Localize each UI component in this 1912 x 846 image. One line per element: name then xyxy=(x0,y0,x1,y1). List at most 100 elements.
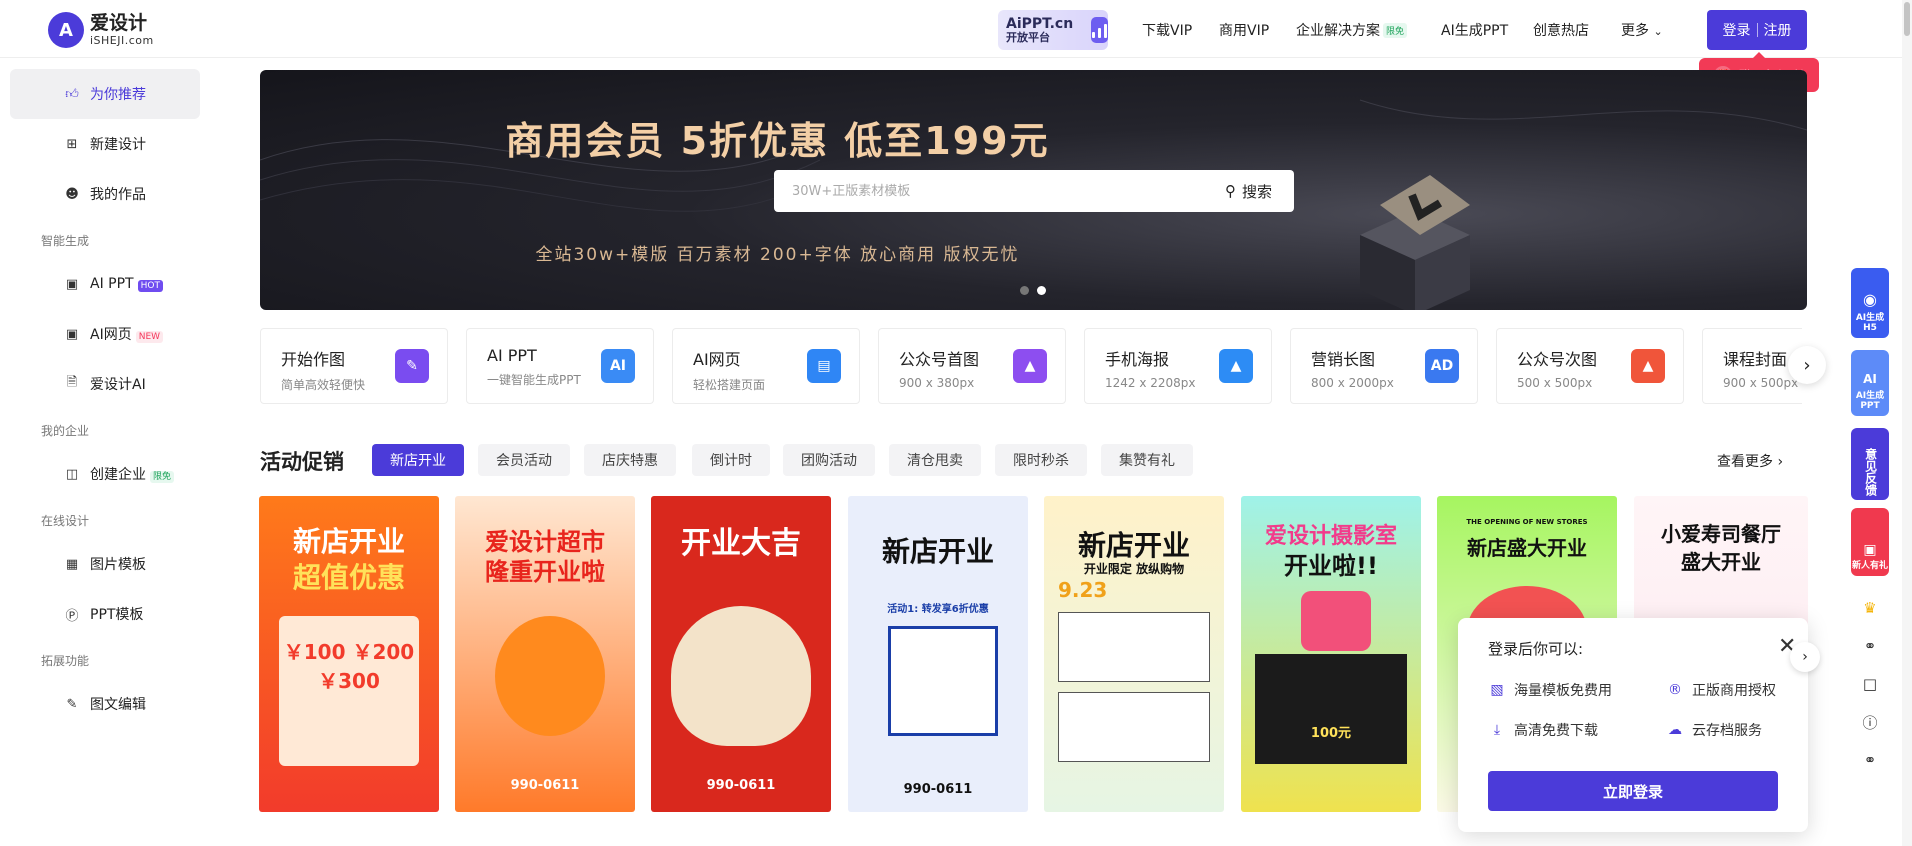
float-newcomer-gift[interactable]: ▣ 新人有礼 xyxy=(1851,508,1889,576)
promo-banner[interactable]: 商用会员 5折优惠 低至199元 ⚲ 搜索 全站30w+模版 百万素材 200+… xyxy=(260,70,1807,310)
nav-more[interactable]: 更多 ⌄ xyxy=(1621,20,1663,40)
login-now-button[interactable]: 立即登录 xyxy=(1488,771,1778,811)
chip-new-store-opening[interactable]: 新店开业 xyxy=(372,444,464,476)
aippt-open-platform-link[interactable]: AiPPT.cn 开放平台 xyxy=(998,10,1108,50)
image-doc-icon: ▲ xyxy=(1013,349,1047,383)
banner-subtitle: 全站30w+模版 百万素材 200+字体 放心商用 版权无忧 xyxy=(535,245,1020,265)
posters-next-arrow-icon[interactable]: › xyxy=(1790,642,1820,672)
chevron-right-icon: › xyxy=(1777,454,1784,470)
chip-countdown[interactable]: 倒计时 xyxy=(692,444,770,476)
tool-card-wechat-secondary[interactable]: 公众号次图 500 x 500px ▲ xyxy=(1496,328,1684,404)
template-card[interactable]: 新店开业 超值优惠 ￥100 ￥200 ￥300 xyxy=(259,496,439,812)
nav-download-vip[interactable]: 下载VIP xyxy=(1142,20,1192,40)
aippt-label: 开放平台 xyxy=(1006,30,1050,44)
scan-icon: ▣ xyxy=(65,326,79,342)
sidebar-item-new-design[interactable]: ⊞ 新建设计 xyxy=(10,119,200,169)
nav-enterprise-solutions[interactable]: 企业解决方案 限免 xyxy=(1296,20,1408,40)
limited-free-badge: 限免 xyxy=(1383,23,1408,38)
ad-icon: AD xyxy=(1425,349,1459,383)
sidebar-item-image-templates[interactable]: ▦ 图片模板 xyxy=(10,539,200,589)
chip-flash-sale[interactable]: 限时秒杀 xyxy=(995,444,1087,476)
section-extensions: 拓展功能 xyxy=(41,654,90,668)
login-register-button[interactable]: 登录 注册 xyxy=(1707,10,1807,50)
chat-bubble-icon: ◉ xyxy=(1863,289,1877,309)
logo-icon: A xyxy=(48,12,84,48)
limited-free-badge: 限免 xyxy=(150,471,175,483)
grid-icon: ▦ xyxy=(65,556,79,572)
chip-clearance[interactable]: 清仓甩卖 xyxy=(889,444,981,476)
template-card[interactable]: 新店开业 活动1: 转发享6折优惠 990-0611 xyxy=(848,496,1028,812)
sidebar-item-ai-ppt[interactable]: ▣ AI PPT HOT xyxy=(10,259,200,309)
gift-icon: ▣ xyxy=(1863,541,1877,558)
page-scrollbar[interactable] xyxy=(1902,0,1912,846)
tool-card-start-drawing[interactable]: 开始作图 简单高效轻便快 ✎ xyxy=(260,328,448,404)
see-more-link[interactable]: 查看更多 › xyxy=(1717,451,1783,471)
sidebar-item-recommend[interactable]: 👍︎ 为你推荐 xyxy=(10,69,200,119)
sidebar-item-isheji-ai[interactable]: 🗎︎ 爱设计AI xyxy=(10,359,200,409)
carousel-dot[interactable] xyxy=(1020,286,1029,295)
float-ai-ppt[interactable]: AI AI生成PPT xyxy=(1851,350,1889,416)
hot-badge: HOT xyxy=(137,280,163,292)
registered-icon: ® xyxy=(1668,682,1682,698)
tool-card-ai-webpage[interactable]: AI网页 轻松搭建页面 ▤ xyxy=(672,328,860,404)
logo-name: 爱设计 xyxy=(90,12,148,34)
float-ai-h5[interactable]: ◉ AI生成H5 xyxy=(1851,268,1889,338)
search-input[interactable] xyxy=(774,170,1225,212)
section-online-design: 在线设计 xyxy=(41,514,90,528)
ruler-pencil-icon: ✎ xyxy=(395,349,429,383)
banner-search-box: ⚲ 搜索 xyxy=(774,170,1294,212)
sidebar-item-ppt-templates[interactable]: Ⓟ PPT模板 xyxy=(10,589,200,639)
tool-card-marketing-long-image[interactable]: 营销长图 800 x 2000px AD xyxy=(1290,328,1478,404)
ppt-icon: Ⓟ xyxy=(65,608,79,624)
register-link[interactable]: 注册 xyxy=(1764,20,1792,40)
template-card[interactable]: 开业大吉 990-0611 xyxy=(651,496,831,812)
tool-card-course-cover[interactable]: 课程封面 900 x 500px xyxy=(1702,328,1802,404)
tool-card-ai-ppt[interactable]: AI PPT 一键智能生成PPT AI xyxy=(466,328,654,404)
search-icon: ⚲ xyxy=(1224,182,1236,200)
doc-ai-icon: 🗎︎ xyxy=(66,375,78,390)
nav-ai-ppt[interactable]: AI生成PPT xyxy=(1441,20,1508,40)
float-feedback[interactable]: 意见反馈 xyxy=(1851,428,1889,500)
new-badge: NEW xyxy=(135,331,164,343)
login-benefits-popup: 登录后你可以: ✕ ▧ 海量模板免费用 ® 正版商用授权 ⤓ 高清免费下载 ☁ … xyxy=(1458,618,1808,832)
feature-free-templates: ▧ 海量模板免费用 xyxy=(1488,680,1612,700)
tool-card-mobile-poster[interactable]: 手机海报 1242 x 2208px ▲ xyxy=(1084,328,1272,404)
headset-icon[interactable]: ⚭ xyxy=(1858,748,1882,772)
site-logo[interactable]: A 爱设计 iSHEJI.com xyxy=(48,12,154,48)
template-card[interactable]: 爱设计超市 隆重开业啦 990-0611 xyxy=(455,496,635,812)
message-icon[interactable]: □ xyxy=(1858,672,1882,696)
search-button[interactable]: ⚲ 搜索 xyxy=(1225,181,1294,202)
chip-anniversary-deal[interactable]: 店庆特惠 xyxy=(584,444,676,476)
thumbs-up-icon: 👍︎ xyxy=(65,86,79,102)
section-title: 活动促销 xyxy=(260,450,344,474)
chip-member-activity[interactable]: 会员活动 xyxy=(478,444,570,476)
link-icon[interactable]: ⚭ xyxy=(1858,634,1882,658)
template-card[interactable]: 爱设计摄影室 开业啦!! 100元 xyxy=(1241,496,1421,812)
download-icon: ⤓ xyxy=(1493,722,1501,738)
nav-creative-hot[interactable]: 创意热店 xyxy=(1533,20,1589,40)
carousel-dot-active[interactable] xyxy=(1037,286,1046,295)
left-sidebar: 👍︎ 为你推荐 ⊞ 新建设计 ☻ 我的作品 智能生成 ▣ AI PPT HOT ▣… xyxy=(0,58,210,846)
chip-group-buy[interactable]: 团购活动 xyxy=(783,444,875,476)
image-icon: ▲ xyxy=(1219,349,1253,383)
sidebar-item-my-works[interactable]: ☻ 我的作品 xyxy=(10,169,200,219)
top-header: A 爱设计 iSHEJI.com AiPPT.cn 开放平台 下载VIP 商用V… xyxy=(0,0,1912,58)
banner-title: 商用会员 5折优惠 低至199元 xyxy=(505,119,1050,163)
tool-card-wechat-cover[interactable]: 公众号首图 900 x 380px ▲ xyxy=(878,328,1066,404)
chip-likes-gift[interactable]: 集赞有礼 xyxy=(1101,444,1193,476)
feature-hd-download: ⤓ 高清免费下载 xyxy=(1488,720,1598,740)
template-card[interactable]: 新店开业 开业限定 放纵购物 9.23 xyxy=(1044,496,1224,812)
briefcase-icon: ◫ xyxy=(65,466,79,482)
tools-next-arrow-icon[interactable]: › xyxy=(1788,346,1826,384)
chevron-down-icon: ⌄ xyxy=(1653,25,1663,38)
login-link[interactable]: 登录 xyxy=(1723,20,1751,40)
help-icon[interactable]: ⓘ xyxy=(1858,710,1882,734)
sidebar-item-ai-webpage[interactable]: ▣ AI网页 NEW xyxy=(10,309,200,359)
sidebar-item-create-enterprise[interactable]: ◫ 创建企业 限免 xyxy=(10,449,200,499)
nav-commercial-vip[interactable]: 商用VIP xyxy=(1219,20,1269,40)
crown-icon[interactable]: ♛ xyxy=(1858,596,1882,620)
feature-commercial-license: ® 正版商用授权 xyxy=(1668,682,1776,699)
bar-chart-icon xyxy=(1091,17,1108,43)
sidebar-item-rich-text-editor[interactable]: ✎ 图文编辑 xyxy=(10,679,200,729)
image-stack-icon: ▲ xyxy=(1631,349,1665,383)
